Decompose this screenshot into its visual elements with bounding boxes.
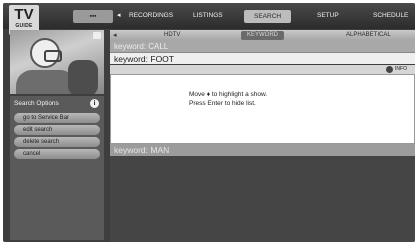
- lock-icon: [93, 32, 101, 39]
- delete-search-button[interactable]: delete search: [14, 137, 100, 147]
- logo-text-tv: TV: [14, 6, 34, 23]
- tab-hdtv[interactable]: HDTV: [164, 32, 180, 38]
- video-preview: [10, 30, 104, 94]
- go-to-service-bar-button[interactable]: go to Service Bar: [14, 113, 100, 123]
- cancel-button[interactable]: cancel: [14, 149, 100, 159]
- keyword-row-foot[interactable]: keyword: FOOT: [110, 52, 415, 64]
- keyword-row-man[interactable]: keyword: MAN: [110, 144, 415, 156]
- edit-search-button[interactable]: edit search: [14, 125, 100, 135]
- player-shoulder-shape: [68, 60, 98, 94]
- nav-item-schedule[interactable]: SCHEDULE: [373, 12, 408, 19]
- player-body-shape: [16, 70, 76, 94]
- keyword-row-call[interactable]: keyword: CALL: [110, 41, 415, 52]
- lower-empty-area: [110, 156, 415, 242]
- tv-guide-screen: ▪▪▪ ◂ RECORDINGS LISTINGS SEARCH SETUP S…: [3, 3, 415, 242]
- nav-item-listings[interactable]: LISTINGS: [193, 12, 223, 19]
- search-options-header: Search Options: [14, 100, 59, 107]
- left-arrow-icon[interactable]: ◂: [117, 11, 121, 19]
- nav-item-recordings[interactable]: RECORDINGS: [129, 12, 173, 19]
- instruction-line-1: Move ♦ to highlight a show.: [189, 91, 268, 98]
- nav-item-search[interactable]: SEARCH: [244, 10, 292, 23]
- main-nav: ▪▪▪ ◂ RECORDINGS LISTINGS SEARCH SETUP S…: [73, 9, 415, 25]
- results-panel: Move ♦ to highlight a show. Press Enter …: [110, 74, 415, 144]
- nav-item-setup[interactable]: SETUP: [317, 12, 339, 19]
- top-navigation-bar: ▪▪▪ ◂ RECORDINGS LISTINGS SEARCH SETUP S…: [3, 3, 415, 29]
- search-options-panel: Search Options i go to Service Bar edit …: [10, 96, 104, 240]
- back-button[interactable]: ▪▪▪: [73, 10, 113, 23]
- instruction-line-2: Press Enter to hide list.: [189, 100, 256, 107]
- facemask-shape: [44, 50, 62, 62]
- info-button-icon[interactable]: [386, 66, 393, 73]
- info-label: INFO: [395, 66, 407, 72]
- search-subtabs: ◂ HDTV KEYWORD ALPHABETICAL: [110, 30, 415, 41]
- tab-keyword[interactable]: KEYWORD: [241, 31, 285, 40]
- tab-alphabetical[interactable]: ALPHABETICAL: [346, 32, 391, 38]
- info-bar: INFO: [110, 65, 415, 74]
- logo-text-guide: GUIDE: [15, 23, 33, 29]
- info-icon: i: [90, 99, 99, 108]
- left-arrow-icon[interactable]: ◂: [113, 31, 117, 39]
